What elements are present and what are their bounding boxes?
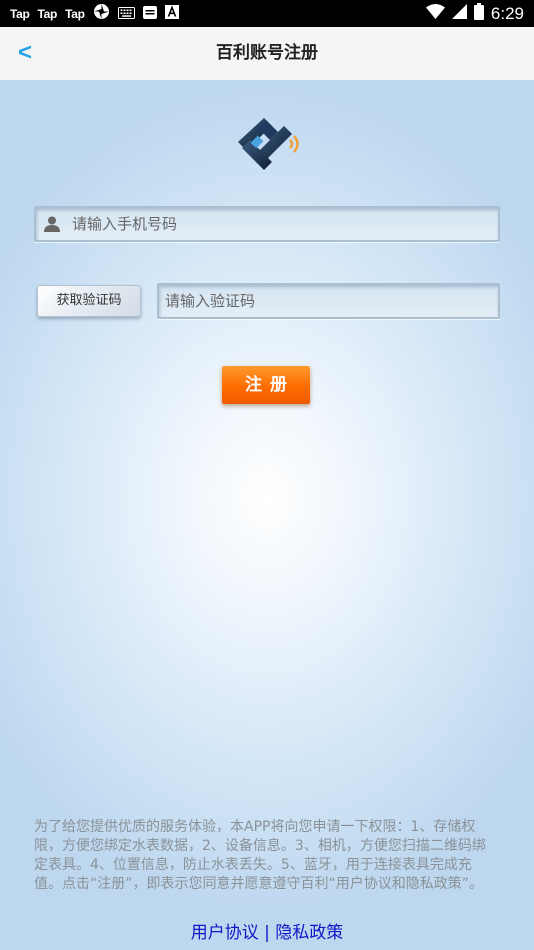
- phone-field: [34, 206, 500, 242]
- signal-icon: [451, 4, 467, 23]
- status-bar-left: Tap Tap Tap: [10, 0, 179, 27]
- baili-logo: [238, 118, 299, 170]
- register-button[interactable]: 注册: [222, 366, 310, 404]
- font-a-icon: [164, 4, 179, 23]
- user-icon: [44, 216, 60, 232]
- permission-notice: 为了给您提供优质的服务体验，本APP将向您申请一下权限：1、存储权限，方便您绑定…: [34, 819, 486, 892]
- get-code-button[interactable]: 获取验证码: [37, 285, 141, 317]
- wifi-icon: [425, 4, 445, 23]
- user-agreement-link[interactable]: 用户协议: [191, 923, 259, 943]
- tap-app-indicator: Tap: [65, 6, 85, 21]
- title-bar: 百利账号注册 <: [0, 27, 534, 81]
- footer-links: 用户协议 | 隐私政策: [0, 918, 534, 943]
- registration-form: 获取验证码 注册 为了给您提供优质的服务体验，本APP将向您申请一下权限：1、存…: [0, 80, 534, 950]
- phone-input[interactable]: [72, 208, 482, 240]
- status-bar: Tap Tap Tap 6:29: [0, 0, 534, 27]
- keyboard-icon: [117, 4, 135, 23]
- page-title: 百利账号注册: [216, 43, 318, 63]
- camera-shutter-icon: [93, 3, 110, 24]
- link-separator: |: [258, 923, 276, 943]
- tap-app-indicator: Tap: [10, 6, 30, 21]
- battery-icon: [473, 3, 484, 24]
- verification-code-input[interactable]: [165, 285, 485, 317]
- message-icon: [142, 4, 157, 23]
- status-time: 6:29: [490, 3, 524, 23]
- status-bar-right: 6:29: [425, 0, 524, 27]
- privacy-policy-link[interactable]: 隐私政策: [275, 923, 343, 943]
- tap-app-indicator: Tap: [37, 6, 58, 21]
- back-button[interactable]: <: [8, 35, 42, 71]
- verification-code-field: [157, 283, 500, 319]
